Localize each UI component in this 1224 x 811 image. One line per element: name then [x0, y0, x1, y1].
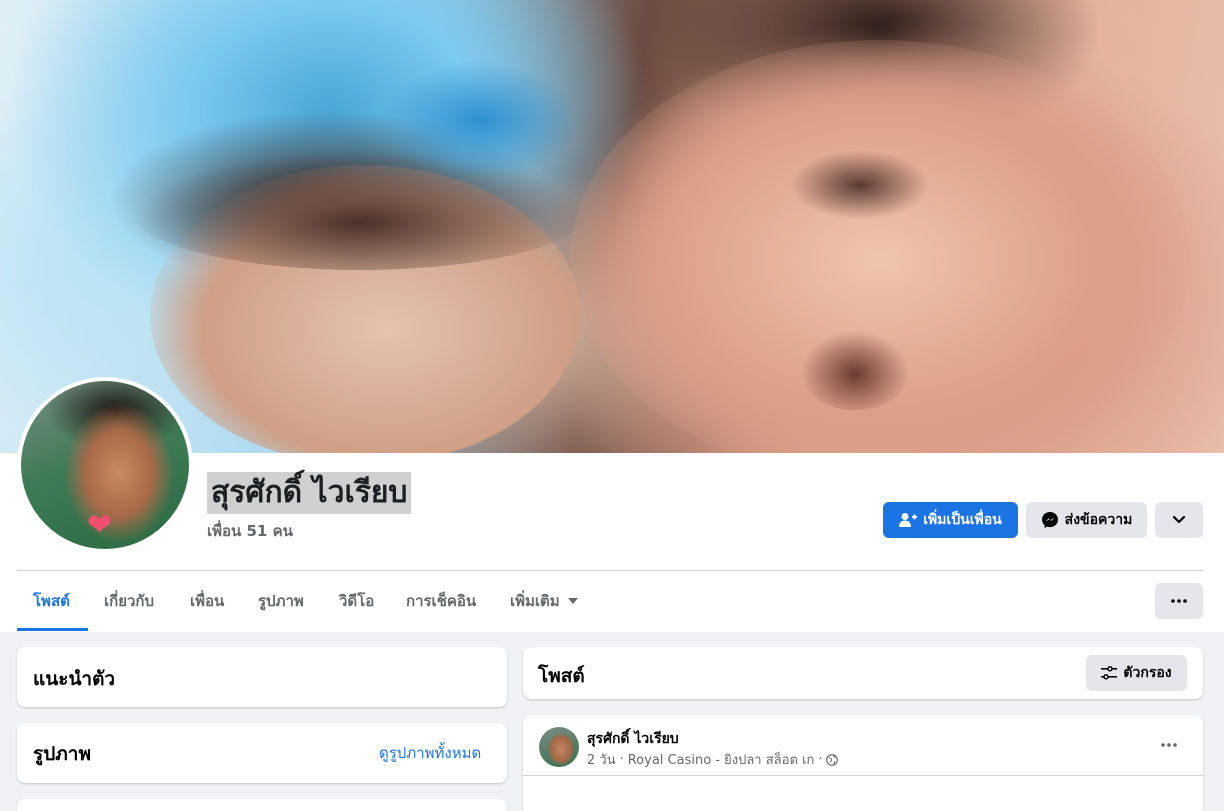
- tab-label: การเช็คอิน: [406, 592, 477, 610]
- message-label: ส่งข้อความ: [1064, 512, 1133, 528]
- cover-photo[interactable]: [0, 0, 1224, 453]
- posts-title: โพสต์: [538, 665, 585, 687]
- more-horizontal-icon: [1171, 599, 1187, 603]
- caret-down-icon: [567, 598, 578, 604]
- profile-options-button[interactable]: [1155, 502, 1203, 538]
- tab-posts[interactable]: โพสต์: [17, 583, 86, 619]
- intro-card: แนะนำตัว: [17, 647, 507, 707]
- tab-label: เกี่ยวกับ: [104, 592, 155, 610]
- header-divider: [17, 570, 1203, 571]
- tab-videos[interactable]: วิดีโอ: [323, 583, 390, 619]
- post-divider: [523, 775, 1203, 776]
- heart-icon: ❤: [87, 508, 113, 543]
- tab-label: เพิ่มเติม: [510, 592, 560, 610]
- friends-card: [17, 799, 507, 811]
- profile-name: สุรศักดิ์ ไวเรียบ: [207, 472, 412, 514]
- profile-avatar[interactable]: ❤: [17, 377, 193, 553]
- filter-icon: [1101, 666, 1118, 680]
- filter-label: ตัวกรอง: [1123, 665, 1172, 681]
- intro-title: แนะนำตัว: [33, 668, 116, 690]
- tab-label: รูปภาพ: [258, 592, 304, 610]
- more-horizontal-icon: [1161, 743, 1177, 747]
- see-all-photos-link[interactable]: ดูรูปภาพทั้งหมด: [379, 741, 481, 765]
- tab-label: เพื่อน: [190, 592, 225, 610]
- tab-photos[interactable]: รูปภาพ: [242, 583, 320, 619]
- tab-about[interactable]: เกี่ยวกับ: [88, 583, 170, 619]
- tab-label: วิดีโอ: [339, 592, 375, 610]
- post-location[interactable]: Royal Casino - ยิงปลา สล็อต เก: [628, 749, 815, 770]
- tab-more[interactable]: เพิ่มเติม: [494, 583, 594, 619]
- post-meta: 2 วัน · Royal Casino - ยิงปลา สล็อต เก ·: [587, 749, 839, 770]
- add-friend-label: เพิ่มเป็นเพื่อน: [923, 512, 1002, 528]
- separator-dot: ·: [619, 752, 624, 767]
- photos-card: รูปภาพ ดูรูปภาพทั้งหมด: [17, 723, 507, 783]
- active-tab-indicator: [17, 628, 88, 631]
- tab-label: โพสต์: [33, 592, 70, 610]
- photos-title: รูปภาพ: [33, 743, 91, 765]
- globe-icon: [826, 753, 839, 766]
- add-friend-button[interactable]: เพิ่มเป็นเพื่อน: [883, 502, 1018, 538]
- avatar-image: ❤: [21, 381, 189, 549]
- post-time[interactable]: 2 วัน: [587, 749, 616, 770]
- post-author-name[interactable]: สุรศักดิ์ ไวเรียบ: [587, 728, 679, 750]
- post-author-avatar[interactable]: [539, 727, 579, 767]
- add-friend-icon: [899, 513, 918, 527]
- friends-count[interactable]: เพื่อน 51 คน: [207, 519, 293, 543]
- post-options-button[interactable]: [1152, 731, 1186, 759]
- tabs-options-button[interactable]: [1155, 583, 1203, 619]
- separator-dot: ·: [818, 752, 823, 767]
- tab-checkins[interactable]: การเช็คอิน: [390, 583, 492, 619]
- message-button[interactable]: ส่งข้อความ: [1026, 502, 1147, 538]
- filter-button[interactable]: ตัวกรอง: [1086, 655, 1187, 691]
- chevron-down-icon: [1172, 515, 1186, 524]
- tab-friends[interactable]: เพื่อน: [174, 583, 240, 619]
- messenger-icon: [1041, 512, 1058, 528]
